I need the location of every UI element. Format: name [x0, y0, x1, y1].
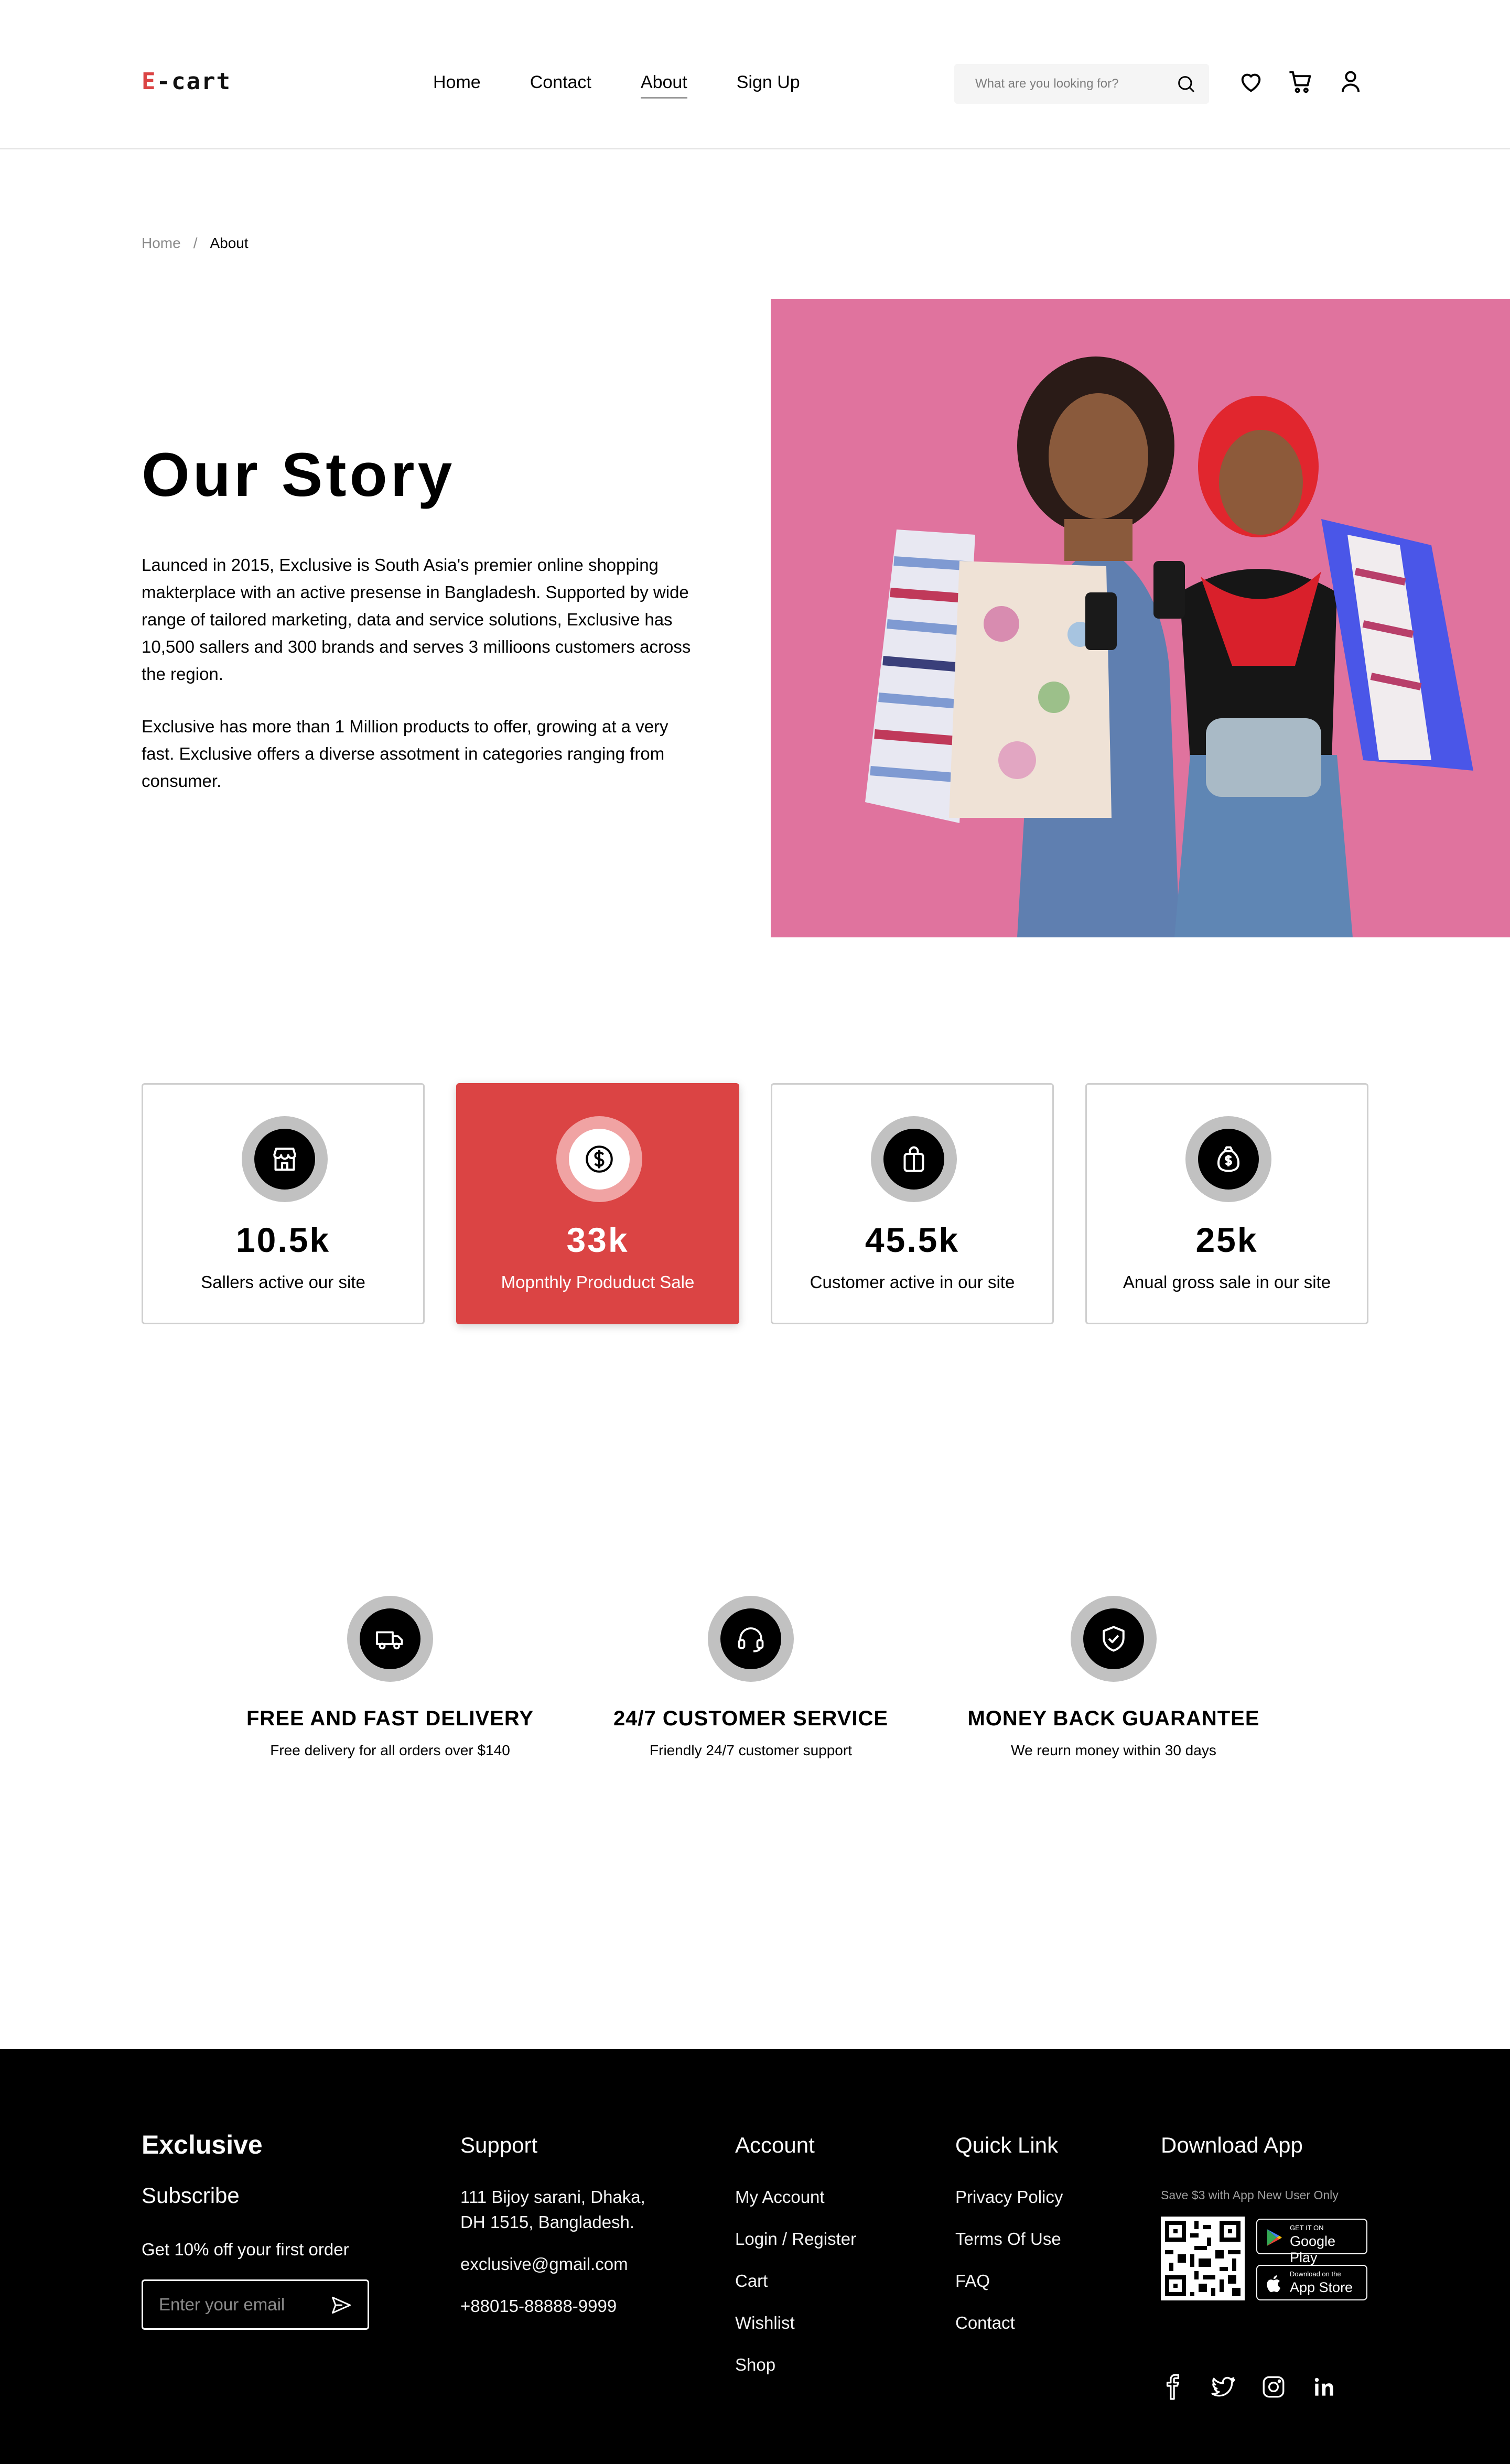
breadcrumb-separator: /	[193, 235, 198, 251]
footer-phone[interactable]: +88015-88888-9999	[460, 2296, 617, 2316]
stat-label: Anual gross sale in our site	[1123, 1272, 1331, 1292]
footer-link-wishlist[interactable]: Wishlist	[735, 2313, 795, 2333]
search-icon[interactable]	[1175, 73, 1196, 94]
user-icon[interactable]	[1337, 68, 1364, 95]
dollar-coin-icon	[586, 1145, 613, 1173]
breadcrumb-current: About	[210, 235, 249, 251]
footer-offer: Get 10% off your first order	[142, 2240, 349, 2259]
shopping-bag-icon	[903, 1146, 924, 1172]
story-paragraph-2: Exclusive has more than 1 Million produc…	[142, 717, 668, 791]
cart-icon[interactable]	[1287, 68, 1314, 95]
linkedin-icon[interactable]	[1311, 2374, 1337, 2400]
email-field[interactable]	[159, 2281, 327, 2328]
stat-label: Mopnthly Produduct Sale	[501, 1272, 695, 1292]
stat-value: 33k	[566, 1220, 629, 1259]
main-nav: Home Contact About Sign Up	[433, 72, 849, 99]
nav-about[interactable]: About	[640, 72, 687, 99]
stat-value: 45.5k	[865, 1220, 960, 1259]
footer-email-box	[142, 2279, 369, 2330]
stat-card-sellers[interactable]: 10.5k Sallers active our site	[142, 1083, 425, 1324]
google-play-icon	[1267, 2229, 1282, 2246]
service-customer-support: 24/7 CUSTOMER SERVICE Friendly 24/7 cust…	[604, 1596, 898, 1759]
google-play-button[interactable]: GET IT ON Google Play	[1256, 2219, 1367, 2265]
footer-download-title: Download App	[1161, 2133, 1303, 2157]
footer-subscribe-title: Subscribe	[142, 2183, 240, 2208]
heart-icon[interactable]	[1237, 68, 1265, 95]
shop-icon	[273, 1148, 296, 1171]
service-title: FREE AND FAST DELIVERY	[246, 1707, 534, 1730]
service-money-back: MONEY BACK GUARANTEE We reurn money with…	[967, 1596, 1260, 1759]
headset-icon	[738, 1627, 764, 1652]
nav-sign-up[interactable]: Sign Up	[737, 72, 800, 99]
stat-card-customers[interactable]: 45.5k Customer active in our site	[771, 1083, 1054, 1324]
stat-label: Customer active in our site	[810, 1272, 1015, 1292]
site-footer: Exclusive Subscribe Get 10% off your fir…	[0, 2049, 1510, 2464]
service-title: MONEY BACK GUARANTEE	[967, 1707, 1260, 1730]
service-desc: Friendly 24/7 customer support	[650, 1742, 852, 1758]
hero-image	[771, 299, 1510, 937]
nav-home[interactable]: Home	[433, 72, 481, 99]
qr-code	[1161, 2217, 1245, 2300]
apple-icon	[1267, 2275, 1280, 2293]
search-bar	[954, 64, 1209, 104]
footer-link-contact[interactable]: Contact	[955, 2313, 1015, 2333]
footer-link-faq[interactable]: FAQ	[955, 2271, 990, 2291]
stat-card-gross-sale[interactable]: 25k Anual gross sale in our site	[1085, 1083, 1368, 1324]
footer-address-line2: DH 1515, Bangladesh.	[460, 2212, 635, 2232]
footer-link-my-account[interactable]: My Account	[735, 2187, 825, 2207]
footer-account-title: Account	[735, 2133, 815, 2157]
site-header: E-cart Home Contact About Sign Up	[0, 0, 1510, 149]
service-desc: We reurn money within 30 days	[1011, 1742, 1216, 1758]
footer-support-title: Support	[460, 2133, 538, 2157]
footer-link-terms[interactable]: Terms Of Use	[955, 2229, 1061, 2249]
footer-app-note: Save $3 with App New User Only	[1161, 2188, 1339, 2202]
story-paragraph-1: Launced in 2015, Exclusive is South Asia…	[142, 555, 691, 684]
instagram-icon[interactable]	[1260, 2374, 1287, 2400]
footer-link-cart[interactable]: Cart	[735, 2271, 768, 2291]
stat-label: Sallers active our site	[201, 1272, 365, 1292]
shopping-women-illustration	[771, 299, 1510, 937]
shield-check-icon	[1103, 1626, 1125, 1652]
app-store-button[interactable]: Download on the App Store	[1256, 2265, 1367, 2300]
footer-brand: Exclusive	[142, 2130, 263, 2159]
footer-quick-link-title: Quick Link	[955, 2133, 1059, 2157]
footer-link-shop[interactable]: Shop	[735, 2355, 775, 2375]
stat-card-monthly-sale[interactable]: 33k Mopnthly Produduct Sale	[456, 1083, 739, 1324]
service-desc: Free delivery for all orders over $140	[270, 1742, 510, 1758]
search-input[interactable]	[975, 64, 1164, 104]
breadcrumb: Home / About	[142, 235, 249, 252]
twitter-icon[interactable]	[1210, 2374, 1236, 2400]
send-icon[interactable]	[330, 2294, 353, 2317]
stat-value: 25k	[1195, 1220, 1258, 1259]
breadcrumb-home[interactable]: Home	[142, 235, 181, 252]
service-title: 24/7 CUSTOMER SERVICE	[613, 1707, 889, 1730]
service-delivery: FREE AND FAST DELIVERY Free delivery for…	[243, 1596, 537, 1759]
page-title: Our Story	[142, 440, 456, 510]
footer-address-line1: 111 Bijoy sarani, Dhaka,	[460, 2187, 645, 2207]
footer-email-link[interactable]: exclusive@gmail.com	[460, 2254, 628, 2274]
footer-link-login-register[interactable]: Login / Register	[735, 2229, 856, 2249]
facebook-icon[interactable]	[1160, 2374, 1186, 2400]
logo[interactable]: E-cart	[142, 68, 231, 95]
delivery-truck-icon	[376, 1631, 403, 1650]
money-bag-icon	[1217, 1146, 1240, 1172]
nav-contact[interactable]: Contact	[530, 72, 591, 99]
stat-value: 10.5k	[235, 1220, 331, 1259]
footer-link-privacy[interactable]: Privacy Policy	[955, 2187, 1063, 2207]
